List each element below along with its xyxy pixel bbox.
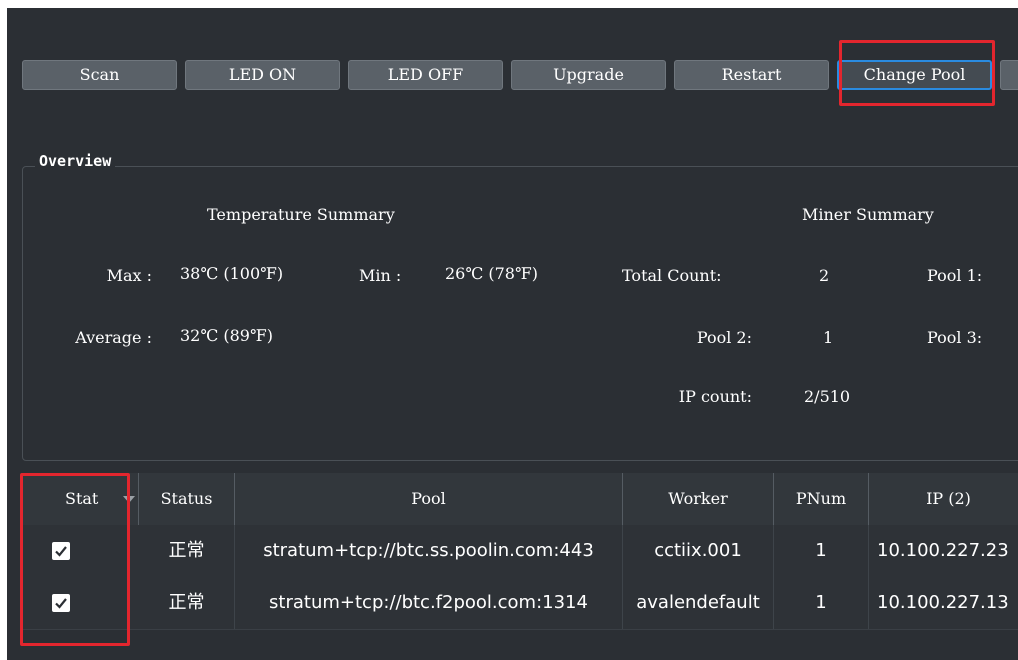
avg-temp-value: 32℃ (89℉) [180,326,273,345]
pool-cell: stratum+tcp://btc.ss.poolin.com:443 [235,525,623,577]
column-header-status[interactable]: Status [139,473,235,525]
ip-cell: 10.100.227.13 [869,577,1018,629]
total-count-label: Total Count: [622,266,722,285]
min-temp-value: 26℃ (78℉) [445,264,538,283]
pool2-value: 1 [823,328,834,347]
row-header-corner [7,473,21,525]
avg-temp-label: Average : [75,328,152,347]
app-window: Scan LED ON LED OFF Upgrade Restart Chan… [7,8,1018,660]
scan-button[interactable]: Scan [22,60,177,90]
sort-down-icon [123,496,135,503]
checkmark-icon [55,546,67,557]
pnum-cell: 1 [774,577,869,629]
led-on-button[interactable]: LED ON [185,60,340,90]
worker-cell: avalendefault [623,577,774,629]
led-off-button[interactable]: LED OFF [348,60,503,90]
pool1-label: Pool 1: [927,266,983,285]
miner-summary-heading: Miner Summary [802,205,934,224]
column-header-pool[interactable]: Pool [235,473,623,525]
miner-table: Stat Status Pool Worker PNum IP (2) 正常 s… [7,473,1018,660]
max-temp-label: Max : [106,266,152,285]
column-header-ip[interactable]: IP (2) [869,473,1018,525]
column-header-pnum[interactable]: PNum [774,473,869,525]
column-header-worker[interactable]: Worker [623,473,774,525]
restart-button[interactable]: Restart [674,60,829,90]
overview-title: Overview [35,152,116,170]
ip-count-label: IP count: [678,387,752,406]
row-checkbox[interactable] [52,542,70,560]
checkmark-icon [55,598,67,609]
status-cell: 正常 [139,525,235,577]
pool-cell: stratum+tcp://btc.f2pool.com:1314 [235,577,623,629]
worker-cell: cctiix.001 [623,525,774,577]
min-temp-label: Min : [359,266,402,285]
ip-cell: 10.100.227.23 [869,525,1018,577]
column-header-stat[interactable]: Stat [21,473,139,525]
change-pool-button[interactable]: Change Pool [837,60,992,90]
row-header [7,577,21,629]
row-checkbox[interactable] [52,594,70,612]
status-cell: 正常 [139,577,235,629]
pool2-label: Pool 2: [696,328,752,347]
row-header [7,525,21,577]
more-button[interactable] [1000,60,1018,90]
temperature-summary-heading: Temperature Summary [207,205,395,224]
pool3-label: Pool 3: [927,328,983,347]
ip-count-value: 2/510 [804,387,851,406]
max-temp-value: 38℃ (100℉) [180,264,284,283]
upgrade-button[interactable]: Upgrade [511,60,666,90]
pnum-cell: 1 [774,525,869,577]
toolbar: Scan LED ON LED OFF Upgrade Restart Chan… [7,8,1018,108]
total-count-value: 2 [819,266,830,285]
